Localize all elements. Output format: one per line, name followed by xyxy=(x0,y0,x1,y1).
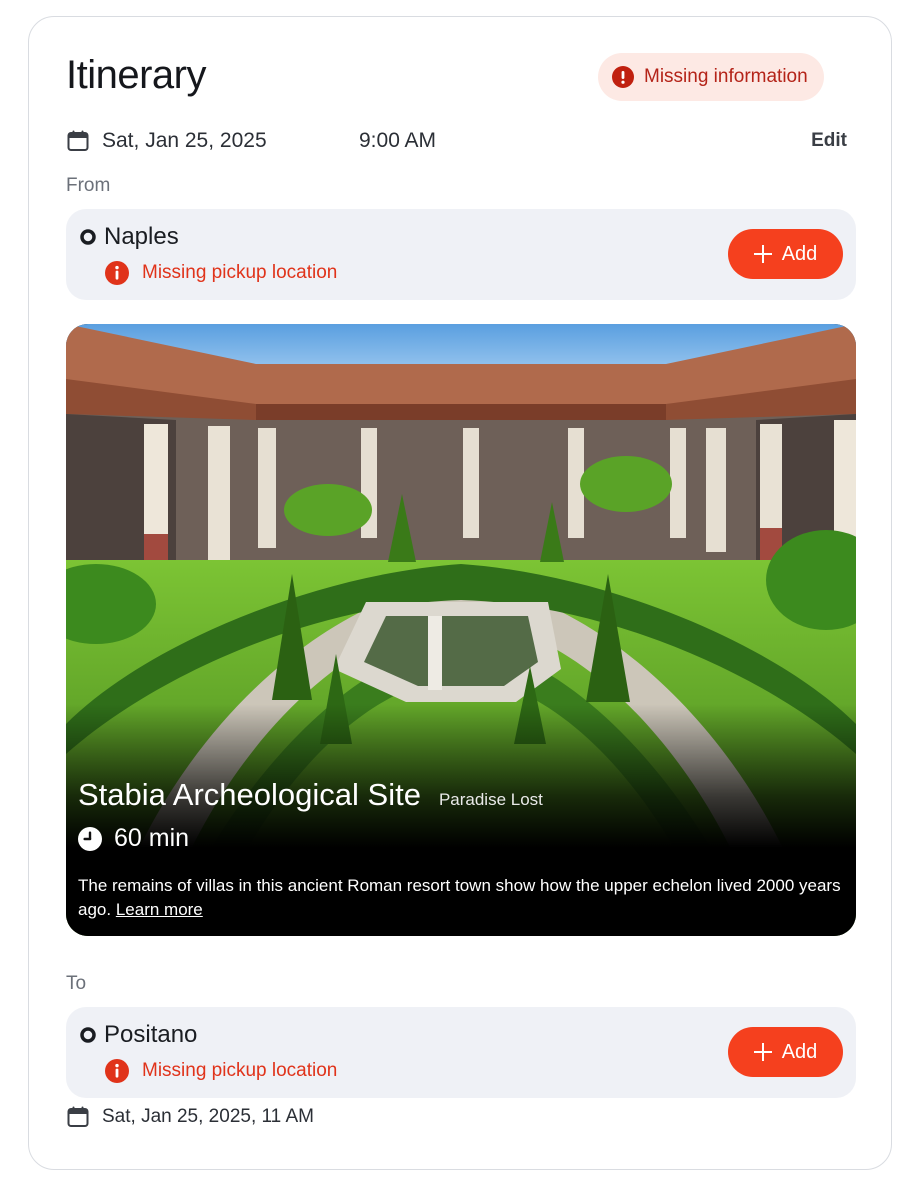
calendar-icon xyxy=(67,130,89,151)
calendar-icon xyxy=(67,1106,89,1127)
stop-description: The remains of villas in this ancient Ro… xyxy=(78,874,844,922)
destination-warning: Missing pickup location xyxy=(104,1058,337,1084)
stop-subtitle: Paradise Lost xyxy=(438,790,543,809)
departure-time: 9:00 AM xyxy=(359,129,437,152)
add-button-label: Add xyxy=(781,242,818,265)
edit-button[interactable]: Edit xyxy=(811,130,847,152)
plus-icon xyxy=(753,1043,772,1061)
destination-warning-label: Missing pickup location xyxy=(142,1060,338,1081)
stop-card[interactable]: Stabia Archeological Site Paradise Lost … xyxy=(66,324,856,936)
page-title: Itinerary xyxy=(66,53,207,97)
departure-datetime: Sat, Jan 25, 2025 9:00 AM Edit xyxy=(66,125,856,157)
origin-location: Naples Missing pickup location Add xyxy=(66,209,856,300)
info-icon xyxy=(105,1059,129,1083)
alert-circle-icon xyxy=(612,66,634,88)
location-dot-icon xyxy=(80,1027,96,1043)
destination-location: Positano Missing pickup location Add xyxy=(66,1007,856,1098)
plus-icon xyxy=(753,245,772,263)
to-label: To xyxy=(66,973,87,994)
origin-warning: Missing pickup location xyxy=(104,260,337,286)
info-icon xyxy=(105,261,129,285)
stop-duration: 60 min xyxy=(114,824,190,852)
destination-name: Positano xyxy=(104,1021,198,1048)
stop-duration-row: 60 min xyxy=(78,824,189,853)
learn-more-link[interactable]: Learn more xyxy=(116,900,203,919)
status-badge-label: Missing information xyxy=(644,66,808,87)
destination-name-row: Positano xyxy=(80,1021,197,1049)
clock-icon xyxy=(78,826,102,851)
add-button-label: Add xyxy=(781,1040,818,1063)
stop-title-row: Stabia Archeological Site Paradise Lost xyxy=(78,777,543,813)
stop-title: Stabia Archeological Site xyxy=(78,777,421,812)
from-label: From xyxy=(66,175,111,196)
status-badge: Missing information xyxy=(598,53,824,101)
origin-warning-label: Missing pickup location xyxy=(142,262,338,283)
origin-name: Naples xyxy=(104,223,179,250)
itinerary-card: Itinerary Missing information Sat, Jan 2… xyxy=(28,16,892,1170)
arrival-date: Sat, Jan 25, 2025, 11 AM xyxy=(102,1106,314,1127)
arrival-datetime: Sat, Jan 25, 2025, 11 AM xyxy=(66,1105,314,1129)
departure-date: Sat, Jan 25, 2025 xyxy=(102,129,267,152)
location-dot-icon xyxy=(80,229,96,245)
origin-name-row: Naples xyxy=(80,223,179,251)
add-dropoff-button[interactable]: Add xyxy=(728,1027,843,1077)
add-pickup-button[interactable]: Add xyxy=(728,229,843,279)
